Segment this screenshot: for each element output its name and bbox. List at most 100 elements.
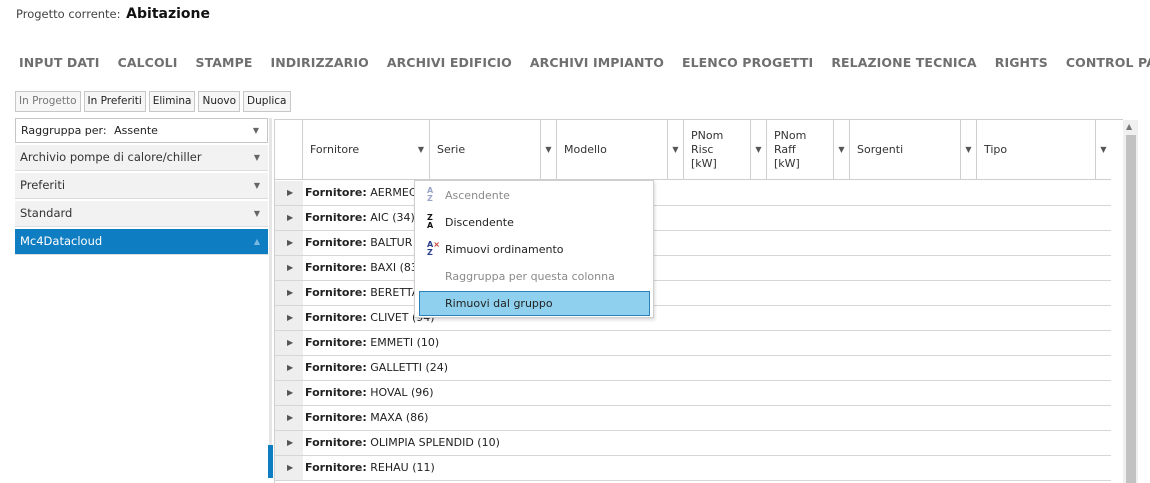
panel-splitter[interactable] [269, 118, 272, 478]
filter-icon[interactable]: ▼ [413, 120, 429, 180]
chevron-down-icon: ▼ [253, 153, 260, 162]
group-label: Fornitore: BAXI (83) [305, 256, 422, 280]
in-preferiti-button[interactable]: In Preferiti [83, 91, 146, 112]
chevron-down-icon: ▼ [253, 181, 260, 190]
expand-icon[interactable]: ▶ [287, 281, 293, 305]
column-modello[interactable]: Modello ▼ [557, 120, 684, 180]
section-label: Archivio pompe di calore/chiller [20, 150, 202, 164]
menu-relazione-tecnica[interactable]: RELAZIONE TECNICA [831, 55, 976, 70]
sort-az-icon: AZ [427, 186, 434, 203]
expand-icon[interactable]: ▶ [287, 406, 293, 430]
menu-control-panel[interactable]: CONTROL PANEL [1066, 55, 1150, 70]
menu-archivi-edificio[interactable]: ARCHIVI EDIFICIO [387, 55, 512, 70]
project-label: Progetto corrente: [16, 7, 121, 21]
data-grid: Fornitore ▼ Serie ▼ Modello ▼ PNom Risc … [274, 119, 1138, 483]
group-row[interactable]: ▶ Fornitore: OLIMPIA SPLENDID (10) [275, 431, 1111, 456]
menu-elenco-progetti[interactable]: ELENCO PROGETTI [682, 55, 813, 70]
menu-rights[interactable]: RIGHTS [995, 55, 1048, 70]
nuovo-button[interactable]: Nuovo [198, 91, 241, 112]
column-pnom-raff[interactable]: PNom Raff [kW] ▼ [767, 120, 850, 180]
group-prefix: Fornitore: [305, 186, 367, 199]
group-row[interactable]: ▶ Fornitore: EMMETI (10) [275, 331, 1111, 356]
header-indent [275, 120, 303, 180]
group-row[interactable]: ▶ Fornitore: MAXA (86) [275, 406, 1111, 431]
group-row[interactable]: ▶ Fornitore: AIC (34) [275, 206, 1111, 231]
column-serie[interactable]: Serie ▼ [430, 120, 557, 180]
group-label: Fornitore: HOVAL (96) [305, 381, 434, 405]
group-value: MAXA (86) [370, 411, 429, 424]
menu-item-discendente[interactable]: ZA Discendente [419, 210, 650, 235]
expand-icon[interactable]: ▶ [287, 331, 293, 355]
expand-icon[interactable]: ▶ [287, 181, 293, 205]
menu-item-label: Rimuovi ordinamento [445, 243, 564, 256]
group-label: Fornitore: AERMEC (9 [305, 181, 431, 205]
vertical-scrollbar[interactable]: ▲ [1123, 120, 1138, 483]
menu-item-label: Ascendente [445, 189, 510, 202]
column-tipo[interactable]: Tipo ▼ [977, 120, 1111, 180]
filter-icon[interactable]: ▼ [1095, 120, 1111, 180]
menu-item-rimuovi-ordinamento[interactable]: A× Z Rimuovi ordinamento [419, 237, 650, 262]
group-row[interactable]: ▶ Fornitore: BALTUR (7 [275, 231, 1111, 256]
filter-icon[interactable]: ▼ [540, 120, 556, 180]
group-prefix: Fornitore: [305, 286, 367, 299]
filter-icon[interactable]: ▼ [960, 120, 976, 180]
column-label: Sorgenti [857, 143, 904, 156]
column-sorgenti[interactable]: Sorgenti ▼ [850, 120, 977, 180]
expand-icon[interactable]: ▶ [287, 381, 293, 405]
column-pnom-risc[interactable]: PNom Risc [kW] ▼ [684, 120, 767, 180]
menu-input-dati[interactable]: INPUT DATI [19, 55, 100, 70]
filter-icon[interactable]: ▼ [750, 120, 766, 180]
menu-item-label: Raggruppa per questa colonna [445, 270, 615, 283]
expand-icon[interactable]: ▶ [287, 206, 293, 230]
group-prefix: Fornitore: [305, 461, 367, 474]
section-mc4datacloud[interactable]: Mc4Datacloud ▲ [15, 229, 268, 255]
group-row[interactable]: ▶ Fornitore: BAXI (83) [275, 256, 1111, 281]
group-row[interactable]: ▶ Fornitore: REHAU (11) [275, 456, 1111, 481]
grid-header: Fornitore ▼ Serie ▼ Modello ▼ PNom Risc … [275, 120, 1111, 180]
expand-icon[interactable]: ▶ [287, 306, 293, 330]
group-row[interactable]: ▶ Fornitore: HOVAL (96) [275, 381, 1111, 406]
group-prefix: Fornitore: [305, 411, 367, 424]
expand-icon[interactable]: ▶ [287, 256, 293, 280]
group-value: OLIMPIA SPLENDID (10) [370, 436, 500, 449]
group-value: GALLETTI (24) [370, 361, 449, 374]
group-row[interactable]: ▶ Fornitore: GALLETTI (24) [275, 356, 1111, 381]
group-row[interactable]: ▶ Fornitore: AERMEC (9 [275, 181, 1111, 206]
elimina-button[interactable]: Elimina [148, 91, 196, 112]
menu-item-raggruppa[interactable]: Raggruppa per questa colonna [419, 264, 650, 289]
in-progetto-button[interactable]: In Progetto [15, 91, 81, 112]
column-fornitore[interactable]: Fornitore ▼ [303, 120, 430, 180]
menu-calcoli[interactable]: CALCOLI [118, 55, 178, 70]
section-label: Preferiti [20, 178, 66, 192]
section-standard[interactable]: Standard ▼ [15, 201, 268, 227]
column-context-menu: AZ Ascendente ZA Discendente A× Z Rimuovi… [414, 180, 654, 318]
menu-item-label: Rimuovi dal gruppo [445, 297, 553, 310]
section-preferiti[interactable]: Preferiti ▼ [15, 173, 268, 199]
menu-item-rimuovi-gruppo[interactable]: Rimuovi dal gruppo [419, 291, 650, 316]
group-prefix: Fornitore: [305, 361, 367, 374]
menu-archivi-impianto[interactable]: ARCHIVI IMPIANTO [530, 55, 664, 70]
expand-icon[interactable]: ▶ [287, 356, 293, 380]
group-row[interactable]: ▶ Fornitore: CLIVET (94) [275, 306, 1111, 331]
menu-stampe[interactable]: STAMPE [196, 55, 253, 70]
scroll-up-icon[interactable]: ▲ [1126, 122, 1132, 131]
section-archivio[interactable]: Archivio pompe di calore/chiller ▼ [15, 145, 268, 171]
expand-icon[interactable]: ▶ [287, 456, 293, 480]
expand-icon[interactable]: ▶ [287, 231, 293, 255]
filter-icon[interactable]: ▼ [833, 120, 849, 180]
main-menu: INPUT DATI CALCOLI STAMPE INDIRIZZARIO A… [19, 55, 1150, 70]
group-row[interactable]: ▶ Fornitore: BERETTA ( [275, 281, 1111, 306]
duplica-button[interactable]: Duplica [243, 91, 291, 112]
grid-rows: ▶ Fornitore: AERMEC (9 ▶ Fornitore: AIC (3… [275, 181, 1111, 481]
menu-indirizzario[interactable]: INDIRIZZARIO [270, 55, 368, 70]
scrollbar-thumb[interactable] [1126, 135, 1136, 483]
expand-icon[interactable]: ▶ [287, 431, 293, 455]
group-label: Fornitore: REHAU (11) [305, 456, 435, 480]
groupby-select[interactable]: Raggruppa per: Assente ▼ [15, 118, 268, 143]
filter-icon[interactable]: ▼ [667, 120, 683, 180]
menu-item-ascendente[interactable]: AZ Ascendente [419, 183, 650, 208]
group-label: Fornitore: AIC (34) [305, 206, 415, 230]
group-label: Fornitore: BERETTA ( [305, 281, 427, 305]
project-name: Abitazione [126, 6, 210, 22]
group-value: HOVAL (96) [370, 386, 434, 399]
